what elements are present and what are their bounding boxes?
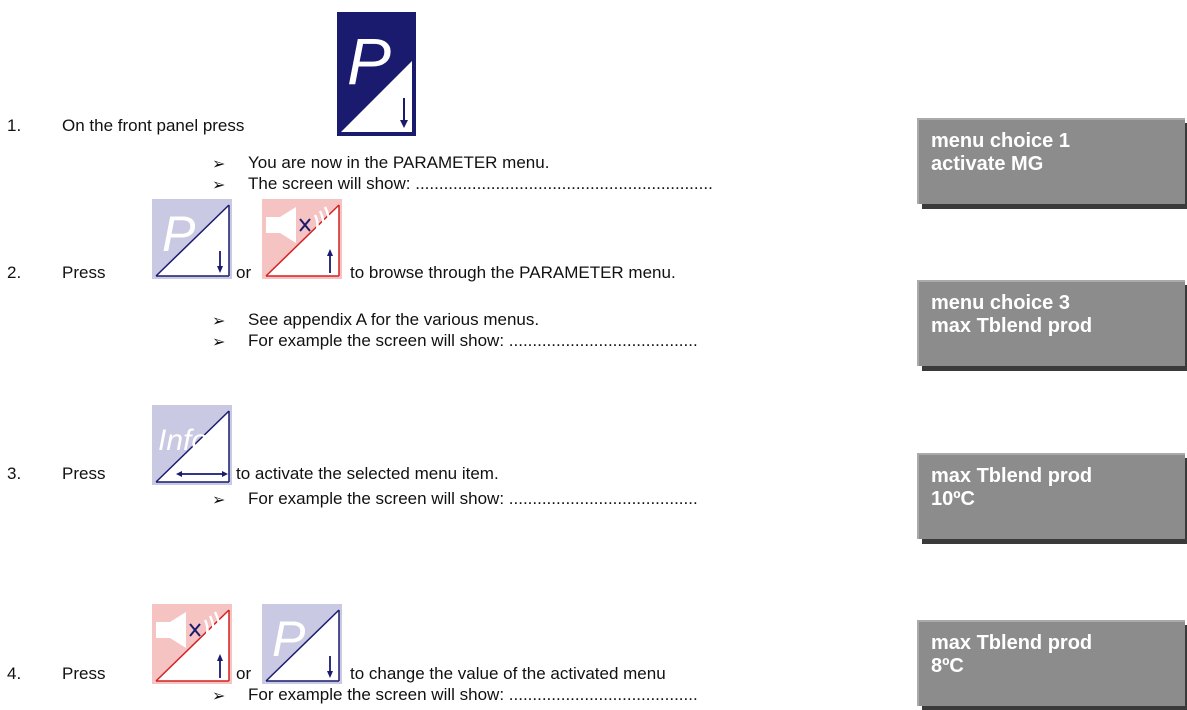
mute-up-button[interactable]	[262, 199, 342, 279]
screen-line-1: max Tblend prod	[931, 632, 1093, 654]
svg-text:P: P	[347, 24, 391, 98]
lcd-screen-1: menu choice 1 activate MG	[917, 118, 1185, 204]
step-4-or: or	[236, 664, 252, 683]
screen-line-2: 10ºC	[931, 488, 975, 510]
step-1-number: 1.	[7, 116, 22, 135]
step-2-sub-1: See appendix A for the various menus.	[248, 310, 540, 329]
step-2-press: Press	[62, 263, 106, 282]
step-3-number: 3.	[7, 464, 22, 483]
step-3-text: to activate the selected menu item.	[236, 464, 499, 483]
screen-line-1: max Tblend prod	[931, 465, 1093, 487]
lcd-screen-2: menu choice 3 max Tblend prod	[917, 280, 1185, 366]
mute-up-button-icon	[262, 199, 342, 279]
parameter-down-button-icon: P	[262, 604, 342, 684]
step-4-sub-1: For example the screen will show: ......…	[248, 685, 698, 704]
info-enter-button-icon: Info	[152, 405, 232, 485]
screen-line-1: menu choice 3	[931, 292, 1070, 314]
arrowhead-bullet-icon: ➢	[212, 177, 226, 194]
arrowhead-bullet-icon: ➢	[212, 688, 226, 705]
arrowhead-bullet-icon: ➢	[212, 156, 226, 173]
p-down-light-button[interactable]: P	[262, 604, 342, 684]
parameter-down-button-icon: P	[152, 199, 232, 279]
svg-text:P: P	[162, 206, 196, 262]
screen-line-1: menu choice 1	[931, 130, 1070, 152]
step-2-sub-2: For example the screen will show: ......…	[248, 331, 698, 350]
arrowhead-bullet-icon: ➢	[212, 492, 226, 509]
step-1-text: On the front panel press	[62, 116, 245, 135]
screen-line-2: 8ºC	[931, 655, 964, 677]
step-1-sub-1: You are now in the PARAMETER menu.	[248, 153, 550, 172]
svg-text:Info: Info	[158, 424, 208, 457]
step-1-sub-2: The screen will show: ..................…	[248, 174, 713, 193]
step-3-press: Press	[62, 464, 106, 483]
step-4-number: 4.	[7, 664, 22, 683]
step-2-text: to browse through the PARAMETER menu.	[350, 263, 676, 282]
screen-line-2: activate MG	[931, 153, 1044, 175]
p-down-light-button[interactable]: P	[152, 199, 232, 279]
screen-line-2: max Tblend prod	[931, 315, 1093, 337]
mute-up-button-icon	[152, 604, 232, 684]
arrowhead-bullet-icon: ➢	[212, 334, 226, 351]
mute-up-button[interactable]	[152, 604, 232, 684]
p-down-dark-button[interactable]: P	[337, 12, 416, 136]
step-4-text: to change the value of the activated men…	[350, 664, 666, 683]
lcd-screen-4: max Tblend prod 8ºC	[917, 620, 1185, 706]
svg-text:P: P	[272, 611, 306, 667]
lcd-screen-3: max Tblend prod 10ºC	[917, 453, 1185, 539]
step-4-press: Press	[62, 664, 106, 683]
info-enter-button[interactable]: Info	[152, 405, 232, 485]
arrowhead-bullet-icon: ➢	[212, 313, 226, 330]
step-2-or: or	[236, 263, 252, 282]
step-2-number: 2.	[7, 263, 22, 282]
parameter-down-button-icon: P	[337, 12, 416, 136]
step-3-sub-1: For example the screen will show: ......…	[248, 489, 698, 508]
